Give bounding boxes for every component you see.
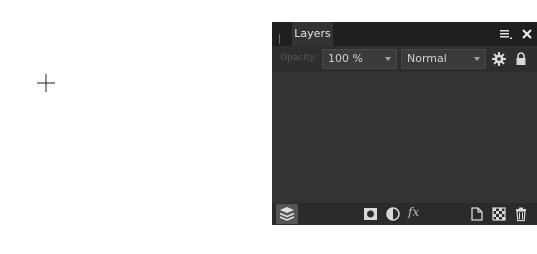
checkerboard-icon[interactable]: [491, 206, 507, 222]
opacity-dropdown[interactable]: 100 %: [322, 49, 397, 69]
chevron-down-icon: [474, 57, 480, 61]
mask-icon[interactable]: [363, 206, 379, 222]
trash-icon[interactable]: [513, 206, 529, 222]
layers-footer: fx: [272, 203, 537, 225]
layers-list[interactable]: [272, 72, 537, 203]
blend-mode-value: Normal: [407, 52, 447, 65]
chevron-down-icon: [385, 57, 391, 61]
adjustment-icon[interactable]: [385, 206, 401, 222]
lock-icon[interactable]: [515, 52, 527, 66]
opacity-label: Opacity:: [280, 53, 317, 63]
tab-layers[interactable]: Layers: [292, 22, 333, 46]
new-layer-icon[interactable]: [469, 206, 485, 222]
opacity-value: 100 %: [328, 52, 363, 65]
grip-icon[interactable]: [279, 29, 284, 63]
layers-toolbar: Opacity: 100 % Normal: [272, 46, 537, 72]
gear-icon[interactable]: [492, 52, 506, 66]
layers-panel: Layers Opacity: 100 % Normal fx: [272, 22, 537, 225]
panel-menu-icon[interactable]: [500, 28, 512, 40]
blend-mode-dropdown[interactable]: Normal: [401, 49, 486, 69]
panel-titlebar[interactable]: Layers: [272, 22, 537, 63]
layers-stack-icon[interactable]: [276, 204, 298, 224]
close-icon[interactable]: [521, 28, 533, 40]
crosshair-icon: [37, 74, 55, 92]
fx-icon[interactable]: fx: [408, 205, 419, 219]
